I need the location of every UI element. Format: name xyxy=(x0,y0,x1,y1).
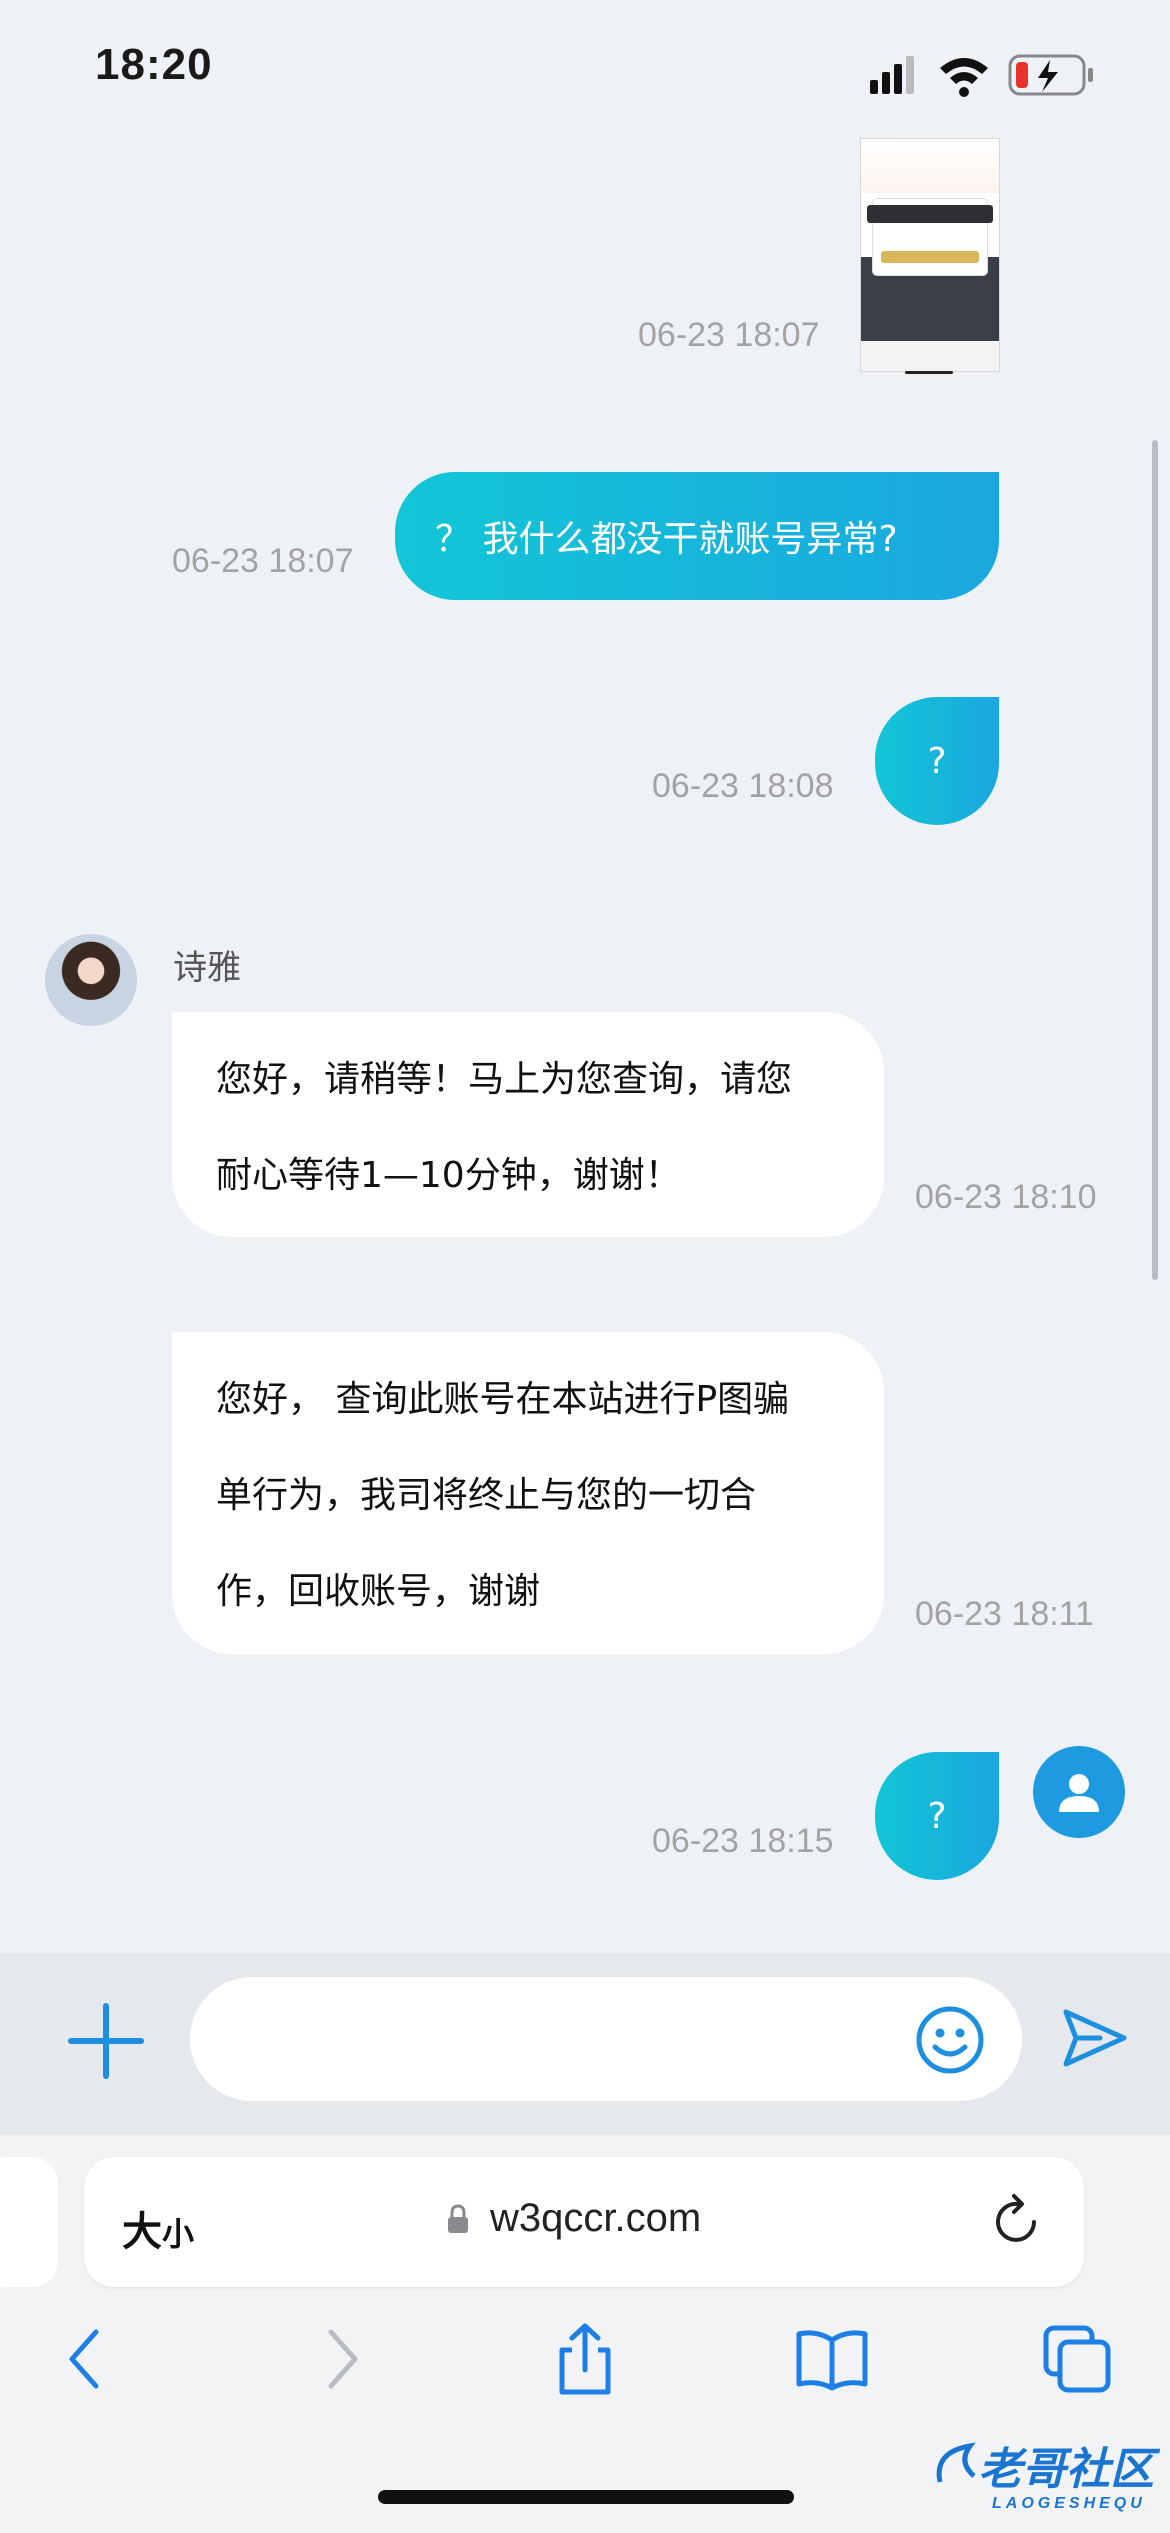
message-time: 06-23 18:07 xyxy=(638,316,820,354)
send-icon[interactable] xyxy=(1060,2006,1130,2070)
message-time: 06-23 18:08 xyxy=(652,767,834,805)
message-text: ？ 我什么都没干就账号异常? xyxy=(435,519,898,560)
svg-text:老哥社区: 老哥社区 xyxy=(978,2445,1160,2494)
message-line: 作，回收账号，谢谢 xyxy=(216,1571,541,1612)
message-image-thumbnail[interactable] xyxy=(860,138,1000,372)
status-icons xyxy=(870,54,1093,97)
message-time: 06-23 18:07 xyxy=(172,542,354,580)
message-time: 06-23 18:15 xyxy=(652,1822,834,1860)
message-text: ? xyxy=(927,1795,947,1837)
tabs-icon[interactable] xyxy=(1040,2322,1114,2396)
battery-icon xyxy=(1008,54,1093,96)
previous-tab-preview[interactable] xyxy=(0,2157,58,2287)
message-time: 06-23 18:10 xyxy=(915,1178,1097,1216)
user-avatar[interactable] xyxy=(1033,1746,1125,1838)
sender-name: 诗雅 xyxy=(173,948,241,988)
bookmarks-icon[interactable] xyxy=(795,2322,869,2396)
lock-icon xyxy=(448,2204,468,2233)
watermark-logo: 老哥社区 LAOGESHEQU xyxy=(936,2442,1160,2512)
plus-icon[interactable] xyxy=(68,2003,144,2079)
outgoing-bubble[interactable]: ? xyxy=(875,697,999,825)
user-icon xyxy=(1059,1774,1099,1812)
forward-icon[interactable] xyxy=(303,2322,377,2396)
incoming-bubble[interactable]: 您好，请稍等！马上为您查询，请您 耐心等待1—10分钟，谢谢！ xyxy=(172,1012,884,1237)
emoji-icon[interactable] xyxy=(915,2005,985,2075)
thumbnail-indicator xyxy=(905,371,953,374)
message-input[interactable] xyxy=(190,1977,1022,2101)
message-text: ? xyxy=(927,740,947,782)
reload-icon[interactable] xyxy=(990,2192,1046,2252)
message-line: 耐心等待1—10分钟，谢谢！ xyxy=(216,1155,681,1196)
svg-text:LAOGESHEQU: LAOGESHEQU xyxy=(992,2495,1146,2512)
back-icon[interactable] xyxy=(50,2322,124,2396)
message-line: 您好， 查询此账号在本站进行P图骗 xyxy=(216,1379,790,1420)
message-line: 您好，请稍等！马上为您查询，请您 xyxy=(216,1059,793,1100)
url-text[interactable]: w3qccr.com xyxy=(490,2196,701,2241)
scrollbar[interactable] xyxy=(1152,440,1158,1280)
message-time: 06-23 18:11 xyxy=(915,1595,1094,1633)
outgoing-bubble[interactable]: ? xyxy=(875,1752,999,1880)
status-time: 18:20 xyxy=(95,40,213,89)
agent-avatar[interactable] xyxy=(45,934,137,1026)
message-line: 单行为，我司将终止与您的一切合 xyxy=(216,1475,757,1516)
signal-icon xyxy=(870,56,914,94)
share-icon[interactable] xyxy=(548,2322,622,2396)
home-indicator xyxy=(378,2490,794,2504)
wifi-icon xyxy=(940,58,988,97)
text-size-button[interactable]: 大小 xyxy=(122,2199,194,2257)
outgoing-bubble[interactable]: ？ 我什么都没干就账号异常? xyxy=(395,472,999,600)
incoming-bubble[interactable]: 您好， 查询此账号在本站进行P图骗 单行为，我司将终止与您的一切合 作，回收账号… xyxy=(172,1332,884,1654)
